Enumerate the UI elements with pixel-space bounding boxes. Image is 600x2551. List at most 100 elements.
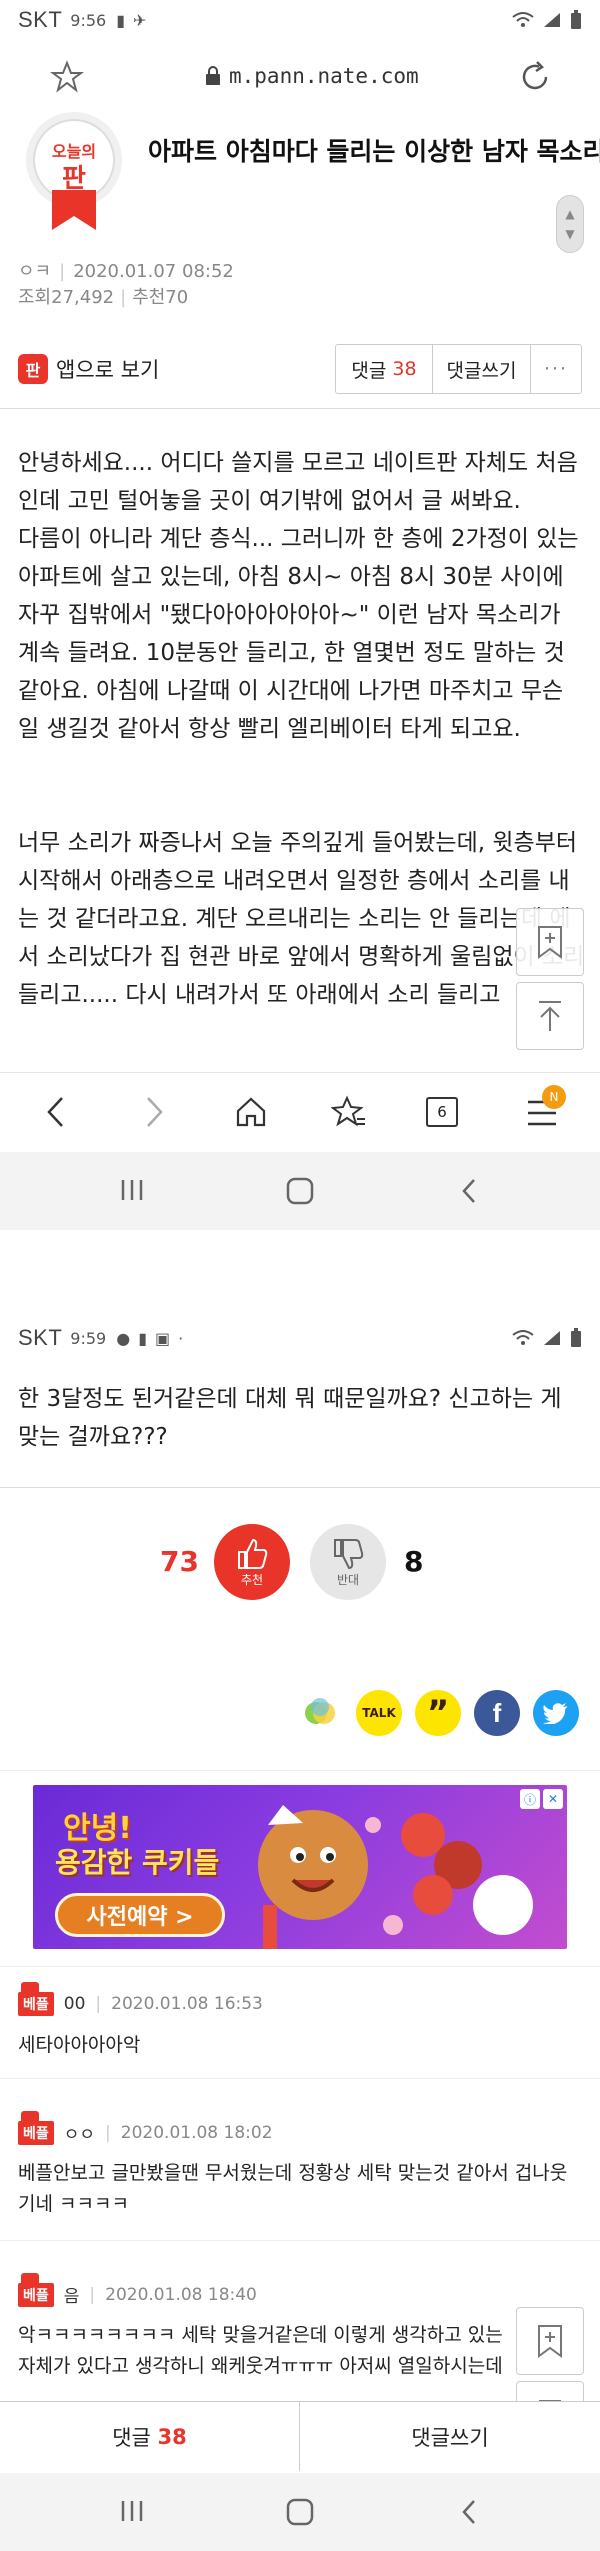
post-date: 2020.01.07 08:52: [73, 261, 234, 282]
bookmark-add-icon: [538, 926, 562, 959]
back-button-icon[interactable]: [458, 1176, 480, 1206]
divider: [0, 408, 600, 409]
more-button[interactable]: ···: [531, 345, 581, 393]
pill-icon: ▮: [138, 1328, 148, 1348]
status-bar-top: SKT 9:56 ▮ ✈: [0, 0, 600, 40]
downvote-label: 반대: [336, 1572, 360, 1587]
comment-text: 세타아아아아악: [18, 2034, 141, 2056]
scroll-handle[interactable]: ▲ ▼: [556, 195, 584, 253]
browser-url-bar: m.pann.nate.com: [0, 42, 600, 117]
bottom-comments-button[interactable]: 댓글 38: [0, 2402, 300, 2471]
system-icons: [512, 10, 582, 30]
downvote-count: 8: [404, 1545, 424, 1578]
recent-apps-icon[interactable]: [118, 1176, 146, 1204]
screenshot-gap: [0, 1230, 600, 1310]
carrier-label: SKT: [18, 1325, 63, 1350]
article-paragraph-2: 너무 소리가 짜증나서 오늘 주의깊게 들어봤는데, 윗층부터 시작해서 아래층…: [18, 830, 584, 1008]
menu-badge: N: [542, 1085, 566, 1109]
comment-nick[interactable]: 음: [64, 2282, 80, 2307]
bookmark-star-icon[interactable]: [50, 60, 84, 94]
comment-header: 베플 ㅇㅇ | 2020.01.08 18:02: [18, 2110, 273, 2145]
home-button-icon[interactable]: [285, 1176, 315, 1206]
divider: [0, 1487, 600, 1488]
kakaotalk-label: TALK: [362, 1706, 396, 1720]
downvote-button[interactable]: 반대: [310, 1524, 386, 1600]
view-count: 조회27,492: [18, 287, 115, 308]
write-comment-button[interactable]: 댓글쓰기: [433, 345, 531, 393]
forward-icon[interactable]: [142, 1095, 166, 1129]
upvote-label: 추천: [240, 1572, 264, 1587]
ad-choices[interactable]: ⓘ ✕: [520, 1789, 563, 1809]
bottom-comments-count: 38: [157, 2424, 187, 2449]
browser-toolbar: 6 N: [0, 1072, 600, 1152]
comment-date: 2020.01.08 16:53: [111, 1994, 263, 2014]
bottom-comments-label: 댓글: [112, 2425, 151, 2450]
wifi-icon: [512, 12, 534, 27]
bookmark-add-icon: [538, 2325, 562, 2358]
home-button-icon[interactable]: [285, 2497, 315, 2527]
system-icons: [512, 1328, 582, 1348]
open-in-app-label: 앱으로 보기: [56, 358, 160, 382]
article-action-group: 댓글 38 댓글쓰기 ···: [335, 344, 582, 394]
tabs-button[interactable]: 6: [426, 1097, 458, 1127]
comment-date: 2020.01.08 18:40: [105, 2284, 257, 2305]
share-kakaotalk-button[interactable]: TALK: [356, 1690, 402, 1736]
comment-nick[interactable]: ㅇㅇ: [64, 2120, 95, 2145]
thumbs-down-icon: [334, 1538, 364, 1569]
best-comment-badge: 베플: [18, 1982, 54, 2016]
signal-icon: [544, 1331, 560, 1345]
signal-icon: [544, 13, 560, 27]
back-button-icon[interactable]: [458, 2497, 480, 2527]
ad-close-icon: ✕: [543, 1789, 563, 1809]
android-nav-bar-2: [0, 2473, 600, 2551]
best-comment-badge: 베플: [18, 2110, 54, 2145]
comments-count: 38: [392, 358, 417, 380]
clock: 9:56: [70, 10, 107, 30]
page: SKT 9:56 ▮ ✈ m.pann.nate.com 오늘의 판 아파트 아…: [0, 0, 600, 2551]
bookmark-float-button[interactable]: [516, 908, 584, 976]
comments-button[interactable]: 댓글 38: [336, 345, 433, 393]
carrier-label: SKT: [18, 7, 63, 32]
open-in-app-button[interactable]: 판 앱으로 보기: [18, 354, 159, 384]
comment-text: 악ㅋㅋㅋㅋㅋㅋㅋㅋ 세탁 맞을거같은데 이렇게 생각하고 있는 자체가 있다고 …: [18, 2324, 503, 2377]
todays-pann-badge: 오늘의 판: [18, 112, 130, 230]
comment-nick[interactable]: 00: [64, 1994, 86, 2014]
share-twitter-button[interactable]: [533, 1690, 579, 1736]
ad-info-icon: ⓘ: [520, 1789, 540, 1809]
share-facebook-button[interactable]: f: [474, 1690, 520, 1736]
article-paragraph-1: 안녕하세요.... 어디다 쓸지를 모르고 네이트판 자체도 처음인데 고민 털…: [18, 450, 579, 742]
comment-header: 베플 00 | 2020.01.08 16:53: [18, 1982, 263, 2016]
chevron-up-icon: ▲: [565, 207, 575, 221]
divider: [0, 2240, 600, 2241]
bottom-write-comment-button[interactable]: 댓글쓰기: [300, 2402, 600, 2471]
app-icon: 판: [18, 354, 48, 384]
bookmark-float-button[interactable]: [516, 2307, 584, 2375]
notification-icons: ● ▮ ▣ ·: [116, 1329, 183, 1348]
divider: [0, 2078, 600, 2079]
battery-icon: [571, 1328, 581, 1347]
upvote-button[interactable]: 추천: [214, 1524, 290, 1600]
image-icon: ▣: [155, 1328, 171, 1348]
share-kakaostory-bubble-icon[interactable]: [297, 1690, 343, 1736]
clock: 9:59: [70, 1328, 107, 1348]
url-field[interactable]: m.pann.nate.com: [205, 64, 419, 88]
ad-cta-button[interactable]: 사전예약 >: [55, 1893, 225, 1937]
article-title: 아파트 아침마다 들리는 이상한 남자 목소리: [148, 137, 600, 166]
badge-line2: 판: [62, 164, 86, 194]
scroll-top-float-button[interactable]: [516, 982, 584, 1050]
home-icon[interactable]: [234, 1095, 268, 1129]
pill-icon: ▮: [116, 10, 126, 30]
share-kakaostory-button[interactable]: ”: [415, 1690, 461, 1736]
thumbs-up-icon: [238, 1538, 268, 1569]
bird-icon: ✈: [133, 10, 147, 30]
bookmarks-icon[interactable]: [331, 1095, 367, 1129]
notification-icons: ▮ ✈: [116, 11, 146, 30]
dot-icon: ·: [178, 1328, 184, 1348]
recent-apps-icon[interactable]: [118, 2497, 146, 2525]
chevron-down-icon: ▼: [565, 227, 575, 241]
comment-date: 2020.01.08 18:02: [120, 2122, 273, 2143]
ad-banner[interactable]: 안녕! 용감한 쿠키들 사전예약 > ⓘ ✕: [33, 1785, 567, 1949]
wifi-icon: [512, 1330, 534, 1345]
reload-icon[interactable]: [517, 59, 553, 95]
back-icon[interactable]: [44, 1095, 68, 1129]
